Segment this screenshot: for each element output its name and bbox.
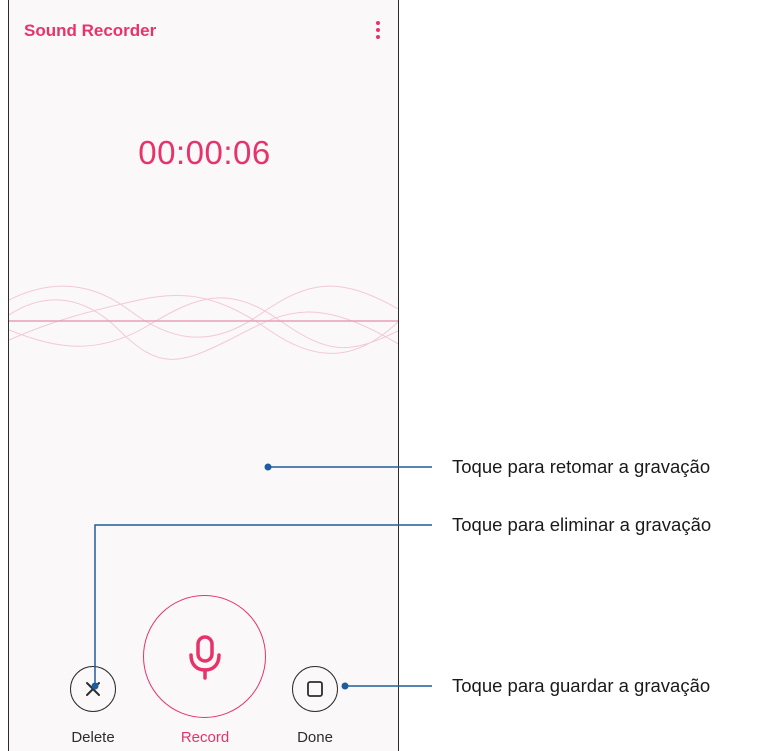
callout-delete-text: Toque para eliminar a gravação — [452, 514, 712, 535]
callout-line-delete — [94, 524, 432, 686]
callout-dot-delete — [91, 682, 99, 690]
callout-dot-done — [341, 682, 349, 690]
callout-done-text: Toque para guardar a gravação — [452, 675, 711, 696]
callout-record-text: Toque para retomar a gravação — [452, 456, 711, 477]
callout-lines — [91, 463, 432, 690]
callout-dot-record — [264, 463, 272, 471]
